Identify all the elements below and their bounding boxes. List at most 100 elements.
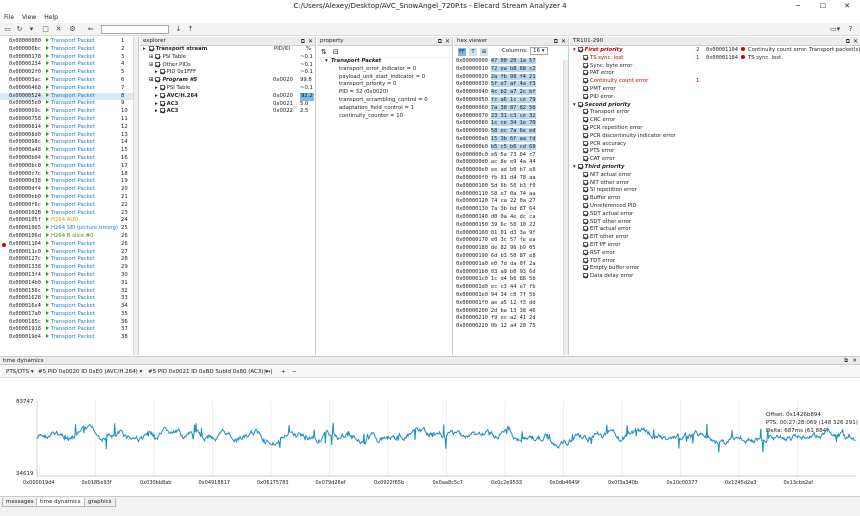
packet-row[interactable]: 0x00000a48 Transport Packet 15 (0, 147, 138, 155)
packet-row[interactable]: 0x0000098c Transport Packet 14 (0, 139, 138, 147)
hex-row[interactable]: 0x00000000 47 00 20 1a 57 (454, 58, 568, 66)
checkbox[interactable] (583, 140, 588, 146)
property-row[interactable]: adaptation_field_control = 1 (317, 105, 452, 113)
message-row[interactable]: 0x00001104 Continuity count error. Transp… (706, 47, 860, 55)
tree-toggle-icon[interactable]: ▸ (155, 108, 158, 114)
expand-icon[interactable] (46, 256, 49, 261)
columns-select[interactable]: 16 ▾ (530, 47, 548, 55)
hex-row[interactable]: 0x000001e0 94 34 c0 7f 5b (454, 292, 568, 300)
tr101-item[interactable]: SDT other error (570, 218, 706, 227)
expand-icon[interactable] (46, 139, 49, 144)
checkbox[interactable] (583, 241, 588, 247)
hex-row[interactable]: 0x000001a0 e0 7d da 0f 2a (454, 261, 568, 269)
tr101-item[interactable]: PCR discontinuity indicator error (570, 132, 706, 141)
tr101-item[interactable]: Sync. byte error (570, 62, 706, 71)
packet-row[interactable]: 0x000011c0 Transport Packet 27 (0, 248, 138, 257)
expand-icon[interactable] (46, 69, 49, 74)
menu-view[interactable]: View (18, 13, 40, 23)
packet-row[interactable]: 0x0000127c Transport Packet 28 (0, 256, 138, 264)
property-header-row[interactable]: ▾ Transport Packet (317, 58, 452, 66)
checkbox[interactable] (583, 62, 588, 68)
hex-row[interactable]: 0x000000f0 fb 81 d4 78 aa (454, 175, 568, 183)
checkbox[interactable] (583, 273, 588, 279)
checkbox[interactable] (583, 132, 588, 138)
expand-icon[interactable] (46, 318, 49, 323)
checkbox[interactable] (583, 187, 588, 193)
checkbox[interactable] (159, 100, 165, 106)
expand-icon[interactable] (46, 178, 49, 183)
expand-icon[interactable] (46, 92, 49, 97)
expand-icon[interactable] (46, 100, 49, 105)
checkbox[interactable] (583, 202, 588, 208)
hex-row[interactable]: 0x000001c0 1c d4 b6 88 5b (454, 276, 568, 284)
checkbox[interactable] (577, 163, 583, 169)
tr101-item[interactable]: Continuity count error 1 (570, 78, 706, 86)
pts-dts-select[interactable]: PTS/DTS ▾ (6, 366, 34, 378)
float-icon[interactable]: ⧉ (844, 357, 848, 366)
expand-icon[interactable] (46, 303, 49, 308)
hex-row[interactable]: 0x00000040 4c b2 a7 2c bf (454, 89, 568, 97)
expand-icon[interactable] (46, 115, 49, 120)
explorer-row[interactable]: ▸ AC3 0x0022 2.5 (140, 108, 315, 116)
packet-row[interactable]: 0x00001628 Transport Packet 33 (0, 295, 138, 303)
settings-gear-icon[interactable]: ⚙ (68, 25, 77, 34)
checkbox[interactable] (583, 249, 588, 255)
property-row[interactable]: transport_priority = 0 (317, 81, 452, 89)
packet-row[interactable]: 0x00000468 Transport Packet 7 (0, 84, 138, 93)
packet-row[interactable]: 0x00000c7c Transport Packet 18 (0, 170, 138, 179)
tab-messages[interactable]: messages (2, 498, 38, 507)
tr101-item[interactable]: PTS error (570, 148, 706, 156)
tree-toggle-icon[interactable]: ⊞ (149, 77, 153, 83)
close-button[interactable]: ✕ (835, 0, 859, 13)
offset-input[interactable] (101, 25, 169, 34)
tr101-group[interactable]: ▾ Third priority (570, 163, 706, 172)
hex-row[interactable]: 0x00000180 de 82 96 b9 05 (454, 245, 568, 253)
hex-row[interactable]: 0x00000110 58 e7 0a 74 aa (454, 191, 568, 199)
help-icon[interactable]: ? (846, 25, 855, 34)
packet-row[interactable]: 0x00000b04 Transport Packet 16 (0, 154, 138, 163)
tree-toggle-icon[interactable]: ▸ (155, 85, 158, 91)
tree-toggle-icon[interactable]: ▾ (573, 102, 576, 108)
property-row[interactable]: PID = 32 (0x0020) (317, 89, 452, 97)
packet-row[interactable]: 0x000019d4 Transport Packet 38 (0, 334, 138, 342)
hex-row[interactable]: 0x00000120 74 ca 22 0a 27 (454, 198, 568, 206)
tr101-group[interactable]: ▾ Second priority (570, 101, 706, 110)
packet-row[interactable]: 0x00000df4 Transport Packet 20 (0, 186, 138, 194)
packet-row[interactable]: 0x000003ac Transport Packet 6 (0, 76, 138, 85)
packet-list-scrollbar[interactable] (133, 37, 138, 355)
reload-icon[interactable]: ↻ (15, 25, 24, 34)
explorer-row[interactable]: ⊞ Program #5 0x0020 99.8 (140, 77, 315, 85)
tr101-item[interactable]: CAT error (570, 156, 706, 164)
packet-row[interactable]: 0x00000bc0 Transport Packet 17 (0, 162, 138, 171)
panel-close-icon[interactable]: ✕ (561, 37, 566, 46)
expand-icon[interactable] (46, 209, 49, 214)
hex-row[interactable]: 0x000000d0 ac 8e e9 4a 44 (454, 159, 568, 167)
checkbox[interactable] (583, 156, 588, 162)
expand-icon[interactable] (46, 61, 49, 66)
expand-icon[interactable] (46, 147, 49, 152)
hex-row[interactable]: 0x00000140 d0 0a 4e dc ca (454, 214, 568, 222)
packet-row[interactable]: 0x000014b0 Transport Packet 31 (0, 279, 138, 288)
expand-icon[interactable] (46, 225, 49, 230)
packet-row[interactable]: 0x00001104 Transport Packet 26 (0, 240, 138, 249)
checkbox[interactable] (159, 84, 165, 90)
checkbox[interactable] (155, 61, 161, 67)
hex-row[interactable]: 0x00000170 e0 3c 57 fe ea (454, 237, 568, 245)
checkbox[interactable] (583, 195, 588, 201)
explorer-row[interactable]: ▸ AVC/H.264 0x0020 92.2 (140, 92, 315, 101)
expand-icon[interactable] (46, 108, 49, 113)
tr101-item[interactable]: NIT actual error (570, 171, 706, 180)
checkbox[interactable] (583, 218, 588, 224)
panel-close-icon[interactable]: ✕ (445, 37, 450, 46)
panel-close-icon[interactable]: ✕ (852, 357, 857, 366)
hex-row[interactable]: 0x000000a0 15 3b 6f aa fd (454, 135, 568, 144)
packet-row[interactable]: 0x0000069c Transport Packet 10 (0, 108, 138, 116)
expand-icon[interactable] (46, 240, 49, 245)
packet-row[interactable]: 0x0000156c Transport Packet 32 (0, 287, 138, 296)
packet-row[interactable]: 0x00001918 Transport Packet 37 (0, 326, 138, 334)
property-row[interactable]: payload_unit_start_indicator = 0 (317, 74, 452, 82)
checkbox[interactable] (583, 54, 588, 60)
checkbox[interactable] (155, 77, 161, 83)
tr101-item[interactable]: TDT error (570, 257, 706, 266)
panel-close-icon[interactable]: ✕ (853, 37, 858, 46)
